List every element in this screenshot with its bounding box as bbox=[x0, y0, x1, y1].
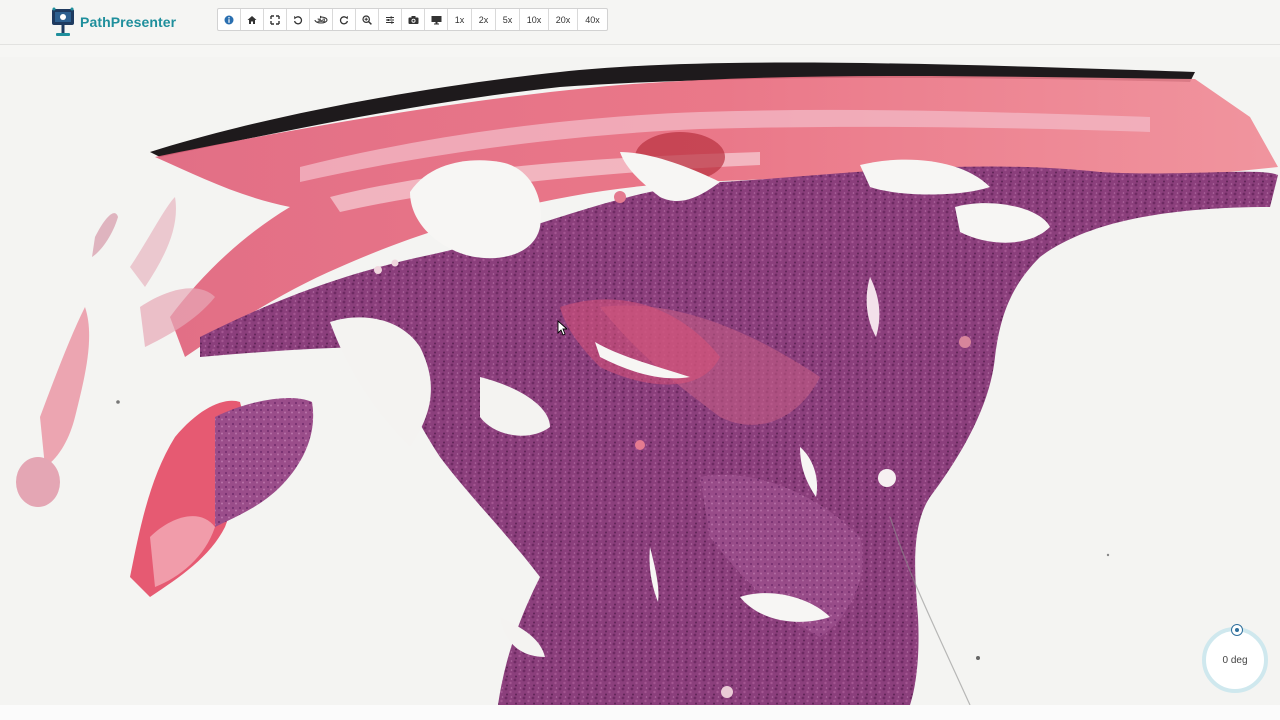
rotation-handle-dot bbox=[1235, 628, 1239, 632]
adjust-button[interactable] bbox=[379, 9, 402, 30]
rotate-right-icon bbox=[339, 15, 349, 24]
rotate-360-icon bbox=[314, 15, 328, 23]
rotation-handle[interactable] bbox=[1231, 624, 1243, 636]
rotate-left-button[interactable] bbox=[287, 9, 310, 30]
snapshot-button[interactable] bbox=[402, 9, 425, 30]
zoom-in-button[interactable] bbox=[356, 9, 379, 30]
monitor-icon bbox=[431, 15, 441, 24]
fullscreen-button[interactable] bbox=[264, 9, 287, 30]
camera-icon bbox=[408, 15, 418, 24]
home-button[interactable] bbox=[241, 9, 264, 30]
info-icon bbox=[224, 15, 234, 24]
sliders-icon bbox=[386, 16, 394, 23]
mouse-cursor-icon bbox=[557, 320, 567, 336]
bottom-strip bbox=[0, 705, 1280, 720]
rotate-left-icon bbox=[293, 15, 303, 24]
zoom-1x-button[interactable]: 1x bbox=[448, 9, 472, 30]
rotation-dial[interactable]: 0 deg bbox=[1202, 627, 1268, 693]
fullscreen-icon bbox=[270, 14, 280, 25]
viewer-toolbar: 1x 2x 5x 10x 20x 40x bbox=[217, 8, 608, 31]
app-logo[interactable]: PathPresenter bbox=[50, 6, 176, 38]
zoom-20x-button[interactable]: 20x bbox=[549, 9, 578, 30]
home-icon bbox=[247, 15, 257, 24]
zoom-10x-button[interactable]: 10x bbox=[520, 9, 549, 30]
rotate-360-button[interactable] bbox=[310, 9, 333, 30]
app-name: PathPresenter bbox=[80, 14, 177, 30]
top-bar: PathPresenter 1x 2x 5x 10x 20x 40x bbox=[0, 0, 1280, 45]
rotate-right-button[interactable] bbox=[333, 9, 356, 30]
zoom-2x-button[interactable]: 2x bbox=[472, 9, 496, 30]
zoom-5x-button[interactable]: 5x bbox=[496, 9, 520, 30]
slide-viewer[interactable] bbox=[0, 57, 1280, 705]
zoom-40x-button[interactable]: 40x bbox=[578, 9, 607, 30]
tissue-slide-image bbox=[16, 62, 1278, 705]
display-button[interactable] bbox=[425, 9, 448, 30]
microscope-logo-icon bbox=[52, 7, 74, 36]
info-button[interactable] bbox=[218, 9, 241, 30]
rotation-label: 0 deg bbox=[1222, 654, 1248, 666]
zoom-in-icon bbox=[362, 14, 372, 25]
